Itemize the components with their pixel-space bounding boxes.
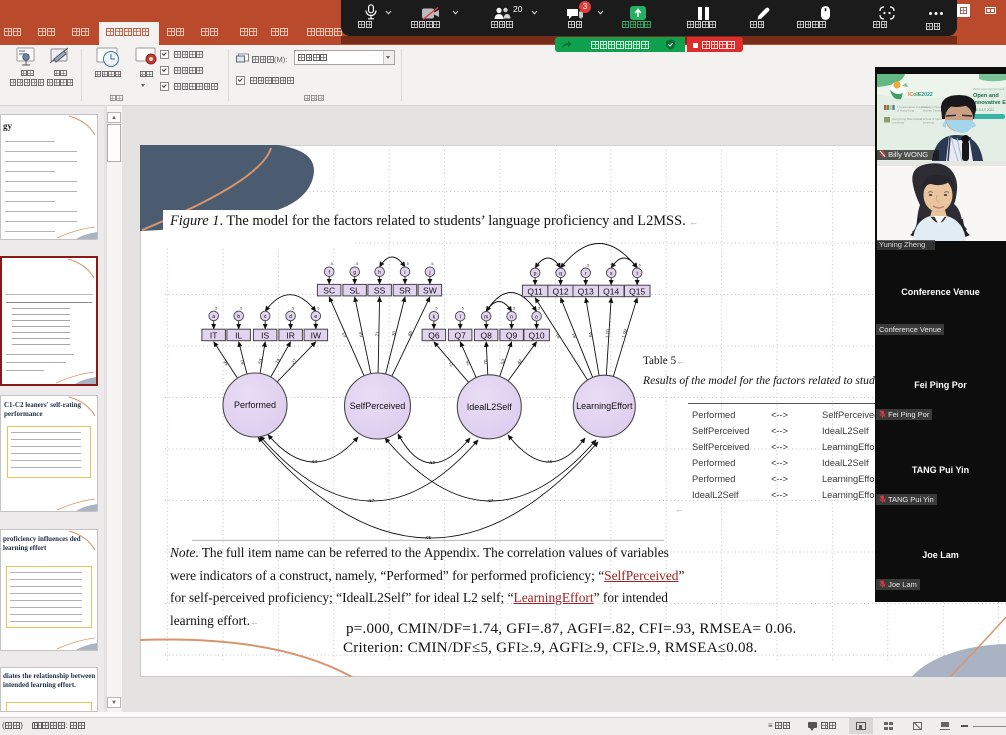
svg-text:r: r — [585, 271, 587, 277]
svg-text:SR: SR — [399, 286, 411, 296]
svg-text:.5: .5 — [430, 261, 434, 266]
svg-text:Q14: Q14 — [603, 286, 619, 296]
svg-text:e: e — [314, 314, 317, 320]
svg-text:SL: SL — [349, 286, 360, 296]
svg-text:i: i — [404, 270, 405, 276]
svg-text:IdealL2Self: IdealL2Self — [467, 402, 513, 412]
svg-text:.53: .53 — [311, 459, 318, 464]
svg-text:j: j — [428, 270, 430, 276]
svg-text:.53: .53 — [257, 358, 263, 366]
svg-text:.66: .66 — [358, 331, 364, 339]
svg-text:o: o — [535, 314, 538, 320]
svg-text:University: University — [892, 121, 905, 125]
svg-text:IW: IW — [311, 330, 321, 340]
svg-text:.5: .5 — [586, 262, 590, 267]
svg-text:m: m — [484, 314, 488, 320]
svg-text:.61: .61 — [239, 358, 246, 366]
svg-text:b: b — [237, 314, 240, 320]
svg-text:.70: .70 — [483, 359, 488, 366]
svg-text:.74: .74 — [274, 357, 282, 365]
svg-text:Innovative Ed: Innovative Ed — [973, 100, 1006, 106]
svg-text:n: n — [510, 314, 513, 320]
svg-text:.5: .5 — [214, 305, 218, 310]
svg-text:s: s — [610, 271, 613, 277]
svg-text:.27: .27 — [487, 498, 494, 503]
svg-text:6-8 JULY 2022: 6-8 JULY 2022 — [973, 108, 994, 112]
svg-text:h: h — [378, 270, 381, 276]
svg-text:Q6: Q6 — [428, 330, 440, 340]
svg-text:Open and: Open and — [973, 93, 999, 99]
svg-text:l: l — [460, 314, 461, 320]
svg-text:.5: .5 — [405, 261, 409, 266]
svg-text:a: a — [212, 314, 215, 320]
svg-text:q: q — [559, 271, 562, 277]
svg-text:SC: SC — [323, 286, 335, 296]
svg-text:Q12: Q12 — [553, 286, 569, 296]
svg-text:Q10: Q10 — [529, 330, 545, 340]
svg-text:Performed: Performed — [234, 400, 276, 410]
svg-text:.5: .5 — [355, 261, 359, 266]
svg-text:.69: .69 — [406, 330, 413, 338]
svg-text:.46: .46 — [546, 459, 553, 464]
svg-text:.59: .59 — [429, 460, 436, 465]
svg-text:.5: .5 — [330, 261, 334, 266]
svg-text:Q11: Q11 — [527, 286, 543, 296]
svg-text:2022 International Conf: 2022 International Conf — [973, 87, 1004, 91]
svg-text:.5: .5 — [291, 305, 295, 310]
svg-text:Q9: Q9 — [506, 330, 518, 340]
svg-text:k: k — [433, 314, 436, 320]
svg-text:ICoIE2022: ICoIE2022 — [908, 92, 933, 98]
svg-text:LearningEffort: LearningEffort — [576, 401, 633, 411]
svg-text:IL: IL — [235, 330, 242, 340]
svg-text:.71: .71 — [375, 331, 380, 338]
svg-text:IT: IT — [210, 330, 218, 340]
svg-text:.05: .05 — [425, 535, 432, 540]
svg-text:Q13: Q13 — [578, 286, 594, 296]
svg-text:d: d — [289, 314, 292, 320]
svg-text:of Hong Kong: of Hong Kong — [897, 109, 915, 113]
svg-text:Learning: Learning — [923, 121, 934, 125]
svg-text:c: c — [264, 314, 267, 320]
svg-text:p: p — [534, 271, 537, 277]
svg-text:.5: .5 — [434, 306, 438, 311]
svg-text:1.10: 1.10 — [605, 329, 611, 339]
svg-text:g: g — [353, 270, 356, 276]
svg-text:SS: SS — [374, 286, 386, 296]
svg-text:.63: .63 — [341, 331, 348, 339]
svg-text:Q8: Q8 — [481, 330, 493, 340]
svg-text:IR: IR — [286, 330, 295, 340]
svg-text:.56: .56 — [222, 359, 230, 367]
svg-text:Q15: Q15 — [629, 286, 645, 296]
svg-text:Q7: Q7 — [455, 330, 467, 340]
svg-text:SelfPerceived: SelfPerceived — [350, 401, 406, 411]
svg-text:.27: .27 — [290, 357, 298, 365]
svg-text:.5: .5 — [512, 306, 516, 311]
svg-text:.57: .57 — [368, 498, 375, 503]
svg-text:.42: .42 — [515, 358, 523, 366]
svg-text:.64: .64 — [588, 331, 594, 339]
svg-text:.5: .5 — [239, 305, 243, 310]
svg-text:.81: .81 — [571, 332, 578, 340]
svg-text:.75: .75 — [465, 359, 472, 367]
svg-text:.71: .71 — [448, 360, 456, 368]
svg-text:IS: IS — [261, 330, 269, 340]
svg-text:.5: .5 — [316, 305, 320, 310]
svg-text:.5: .5 — [461, 306, 465, 311]
svg-text:SW: SW — [423, 286, 437, 296]
svg-text:.5: .5 — [638, 262, 642, 267]
